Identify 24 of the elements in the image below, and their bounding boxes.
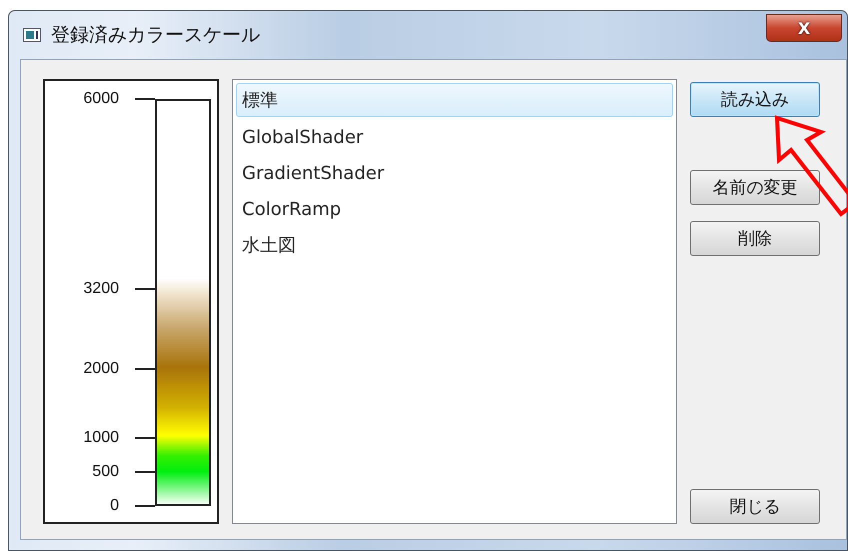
list-item[interactable]: ColorRamp: [236, 191, 673, 227]
tick-label: 0: [110, 497, 119, 515]
tick-mark: [135, 98, 155, 100]
list-item[interactable]: GlobalShader: [236, 119, 673, 155]
tick-label: 3200: [83, 280, 119, 298]
tick-mark: [135, 471, 155, 474]
tick-label: 6000: [83, 90, 119, 108]
tick-mark: [135, 368, 155, 370]
tick-mark: [135, 437, 155, 440]
close-button[interactable]: X: [766, 14, 842, 42]
dialog-button[interactable]: 名前の変更: [690, 170, 820, 205]
dialog-button[interactable]: 読み込み: [690, 82, 820, 117]
dialog-button[interactable]: 削除: [690, 221, 820, 256]
list-item[interactable]: GradientShader: [236, 155, 673, 191]
tick-label: 1000: [83, 429, 119, 448]
list-item[interactable]: 水土図: [236, 227, 673, 263]
window-icon: [23, 28, 41, 42]
tick-label: 500: [92, 463, 119, 482]
dialog-button[interactable]: 閉じる: [690, 489, 820, 524]
tick-mark: [135, 505, 155, 507]
list-item[interactable]: 標準: [236, 83, 673, 117]
tick-mark: [135, 288, 155, 290]
window-title: 登録済みカラースケール: [51, 23, 260, 48]
tick-label: 2000: [83, 360, 119, 378]
